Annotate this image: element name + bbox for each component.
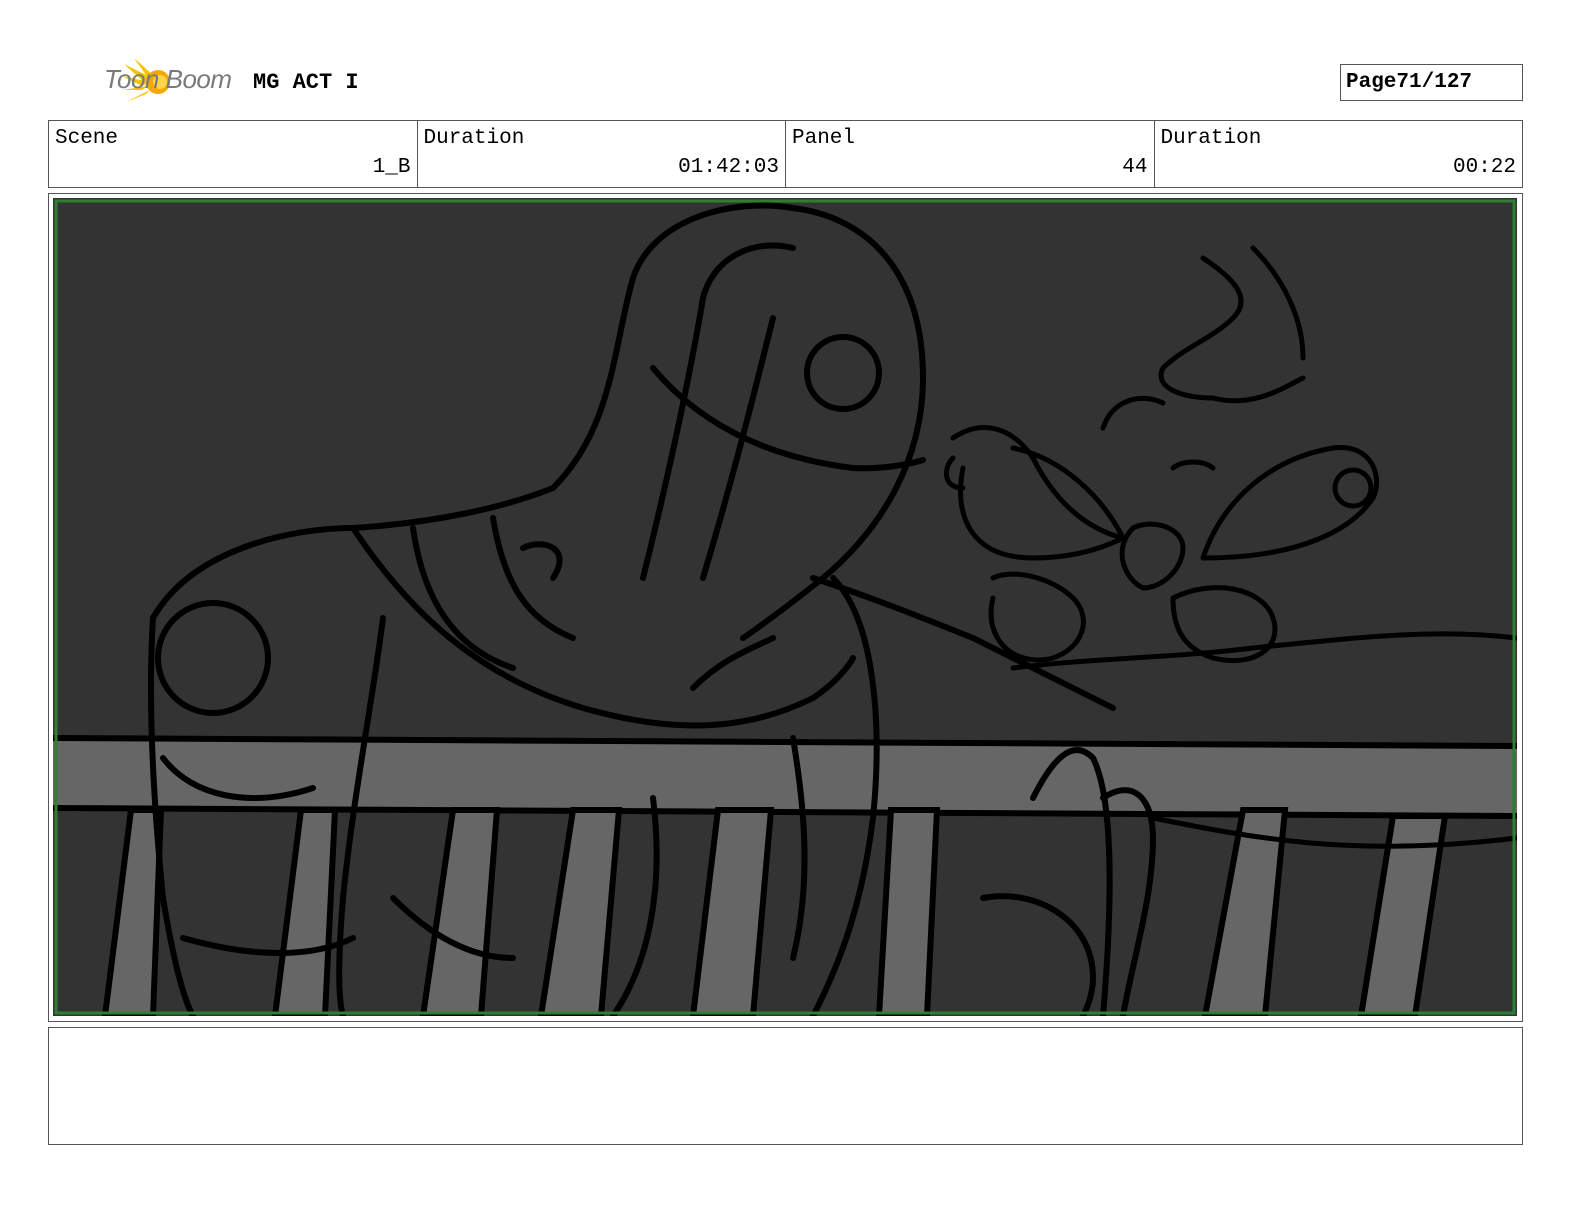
storyboard-panel: [48, 193, 1523, 1022]
page-number: 71/127: [1396, 71, 1473, 94]
panel-notes-box: [48, 1027, 1523, 1145]
panel-duration-cell: Duration 00:22: [1155, 121, 1523, 187]
page-indicator: Page 71/127: [1340, 64, 1523, 101]
panel-value: 44: [1122, 156, 1148, 179]
panel-duration-value: 00:22: [1452, 156, 1516, 179]
scene-duration-cell: Duration 01:42:03: [418, 121, 786, 187]
logo-text: Toon Boom: [104, 64, 232, 94]
railing-top-bar: [53, 738, 1517, 816]
panel-duration-label: Duration: [1160, 127, 1262, 150]
page-label: Page: [1346, 71, 1397, 94]
panel-label: Panel: [792, 127, 856, 150]
panel-cell: Panel 44: [786, 121, 1155, 187]
project-title: MG ACT I: [253, 70, 359, 95]
scene-cell: Scene 1_B: [49, 121, 418, 187]
scene-duration-label: Duration: [423, 127, 525, 150]
scene-info-table: Scene 1_B Duration 01:42:03 Panel 44 Dur…: [48, 120, 1523, 188]
scene-value: 1_B: [372, 156, 411, 179]
scene-label: Scene: [55, 127, 119, 150]
panel-sketch-image: [53, 198, 1517, 1016]
scene-duration-value: 01:42:03: [678, 156, 779, 179]
